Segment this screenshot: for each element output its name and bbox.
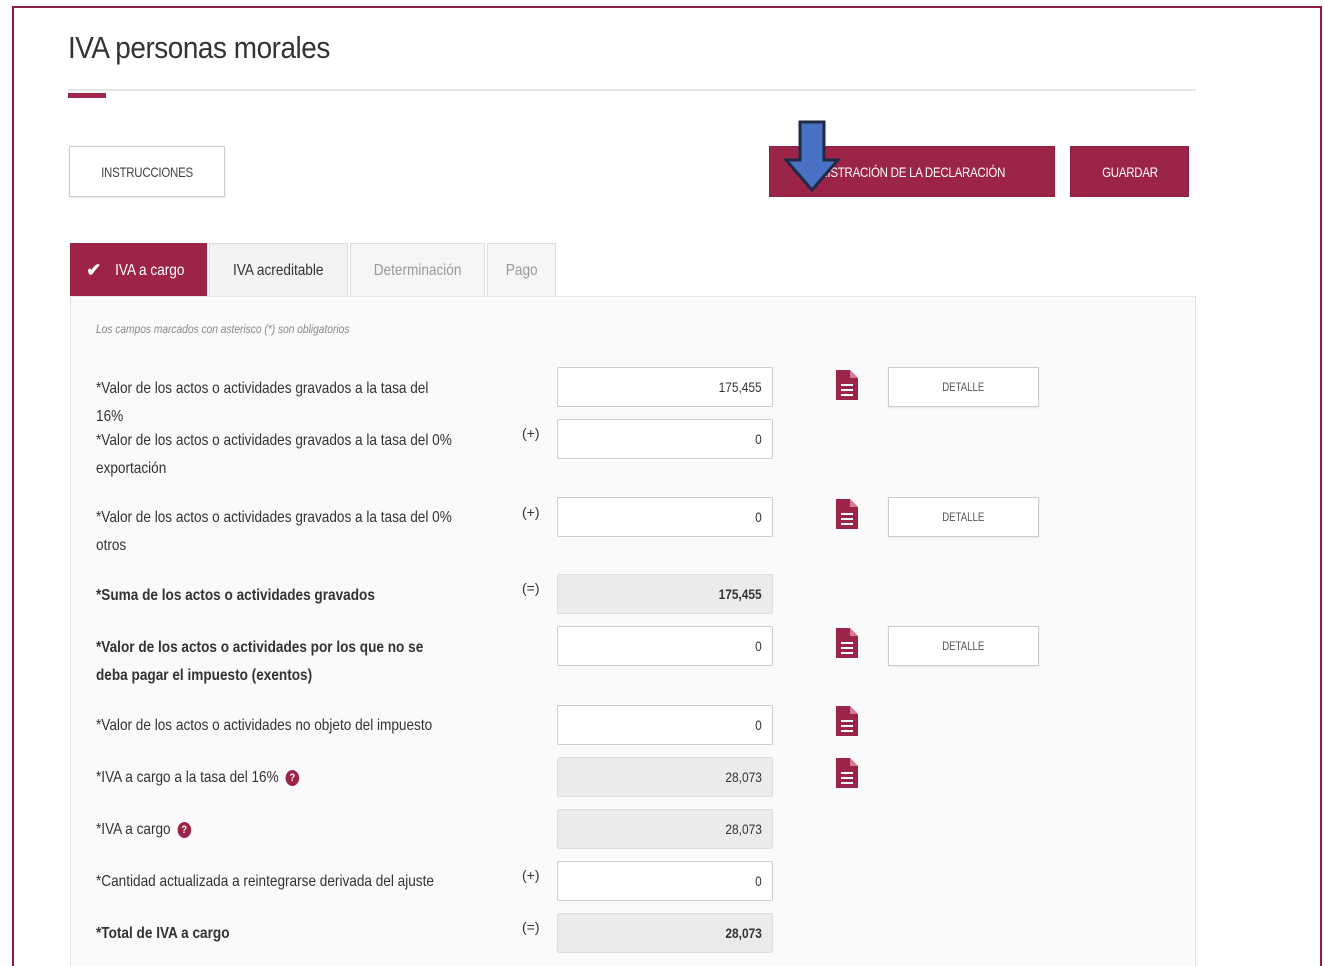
- detail-button[interactable]: DETALLE: [888, 626, 1039, 666]
- instructions-button[interactable]: INSTRUCCIONES: [69, 146, 225, 197]
- down-arrow-annotation-icon: [784, 120, 840, 192]
- save-button[interactable]: GUARDAR: [1070, 146, 1189, 197]
- equals-operator: (=): [522, 580, 540, 596]
- valor-exentos-input[interactable]: 0: [557, 626, 773, 666]
- tab-pago[interactable]: Pago: [487, 243, 556, 297]
- valor-0-otros-input[interactable]: 0: [557, 497, 773, 537]
- tab-bar: ✔ IVA a cargo IVA acreditable Determinac…: [70, 243, 558, 297]
- help-icon[interactable]: ?: [177, 821, 192, 838]
- title-accent-bar: [68, 93, 106, 98]
- suma-gravados-readonly: 175,455: [557, 574, 773, 614]
- total-iva-cargo-readonly: 28,073: [557, 913, 773, 953]
- plus-operator: (+): [522, 867, 540, 883]
- tab-iva-acreditable[interactable]: IVA acreditable: [209, 243, 348, 297]
- iva-cargo-16-readonly: 28,073: [557, 757, 773, 797]
- help-icon[interactable]: ?: [285, 769, 300, 786]
- required-fields-note: Los campos marcados con asterisco (*) so…: [96, 322, 350, 336]
- tab-iva-a-cargo[interactable]: ✔ IVA a cargo: [70, 243, 207, 297]
- page-title: IVA personas morales: [68, 30, 330, 65]
- form-label: *Suma de los actos o actividades gravado…: [96, 587, 375, 604]
- document-icon[interactable]: [836, 758, 858, 788]
- form-label: *Valor de los actos o actividades gravad…: [96, 509, 452, 554]
- plus-operator: (+): [522, 425, 540, 441]
- valor-16-input[interactable]: 175,455: [557, 367, 773, 407]
- form-label: *IVA a cargo a la tasa del 16%?: [96, 764, 516, 792]
- equals-operator: (=): [522, 919, 540, 935]
- title-divider: [68, 89, 1196, 91]
- form-label: *Valor de los actos o actividades gravad…: [96, 380, 429, 425]
- document-icon[interactable]: [836, 706, 858, 736]
- document-icon[interactable]: [836, 370, 858, 400]
- valor-no-objeto-input[interactable]: 0: [557, 705, 773, 745]
- valor-0-exportacion-input[interactable]: 0: [557, 419, 773, 459]
- check-icon: ✔: [86, 260, 102, 280]
- plus-operator: (+): [522, 504, 540, 520]
- cantidad-reintegrarse-input[interactable]: 0: [557, 861, 773, 901]
- form-label: *Total de IVA a cargo: [96, 925, 230, 942]
- tab-determinacion[interactable]: Determinación: [350, 243, 485, 297]
- detail-button[interactable]: DETALLE: [888, 497, 1039, 537]
- document-icon[interactable]: [836, 499, 858, 529]
- detail-button[interactable]: DETALLE: [888, 367, 1039, 407]
- form-label: *Cantidad actualizada a reintegrarse der…: [96, 873, 434, 890]
- form-label: *Valor de los actos o actividades no obj…: [96, 717, 433, 734]
- form-label: *Valor de los actos o actividades gravad…: [96, 432, 452, 477]
- form-label: *IVA a cargo?: [96, 816, 516, 844]
- iva-cargo-readonly: 28,073: [557, 809, 773, 849]
- document-icon[interactable]: [836, 628, 858, 658]
- form-label: *Valor de los actos o actividades por lo…: [96, 639, 424, 684]
